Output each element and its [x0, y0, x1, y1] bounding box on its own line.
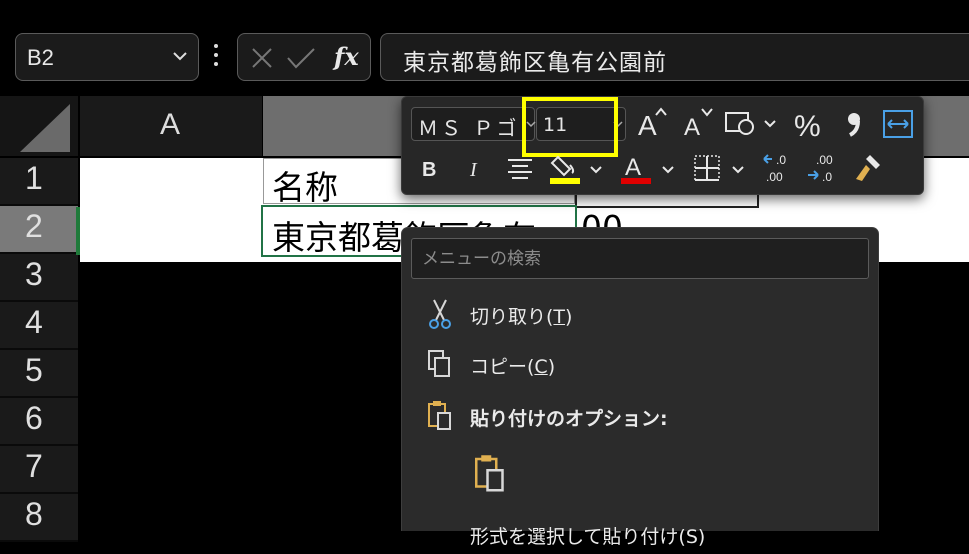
svg-text:.00: .00 [766, 170, 783, 184]
row-header-6[interactable]: 6 [0, 398, 78, 446]
select-all-corner[interactable] [0, 96, 78, 156]
function-icon[interactable]: fx [332, 42, 364, 72]
enter-icon[interactable] [286, 46, 316, 70]
svg-text:A: A [684, 114, 700, 139]
bold-icon[interactable]: B [420, 155, 442, 181]
svg-text:.00: .00 [816, 153, 833, 167]
chevron-down-icon[interactable] [590, 165, 602, 175]
formula-text: 東京都葛飾区亀有公園前 [403, 50, 667, 76]
paste-option-button[interactable] [470, 454, 510, 494]
row-header-5[interactable]: 5 [0, 350, 78, 398]
accounting-format-icon[interactable] [724, 109, 758, 139]
row-label: 3 [25, 256, 43, 292]
row-header-3[interactable]: 3 [0, 254, 78, 302]
row-label: 1 [25, 160, 43, 196]
borders-icon[interactable] [692, 153, 722, 183]
cell-b1-value: 名称 [272, 168, 338, 204]
menu-item-copy[interactable]: コピー(C) [402, 344, 880, 384]
align-center-icon[interactable] [506, 155, 534, 181]
increase-decimal-icon[interactable]: .0 .00 [760, 151, 796, 185]
svg-text:B: B [422, 159, 436, 181]
svg-text:fx: fx [332, 42, 359, 71]
comma-style-icon[interactable] [844, 109, 864, 139]
more-options-icon[interactable] [213, 44, 219, 70]
paste-icon [428, 401, 451, 430]
percent-style-icon[interactable]: % [792, 107, 826, 141]
svg-text:.0: .0 [822, 170, 832, 184]
increase-font-size-icon[interactable]: A [636, 105, 668, 139]
menu-item-label: コピー(C) [470, 356, 556, 378]
decrease-font-size-icon[interactable]: A [682, 105, 714, 139]
menu-item-paste-special[interactable]: 形式を選択して貼り付け(S) [402, 514, 880, 554]
name-box-value: B2 [27, 45, 54, 70]
paste-icon [475, 455, 504, 492]
formula-buttons: fx [237, 33, 371, 81]
menu-item-paste-options: 貼り付けのオプション: [402, 396, 880, 436]
font-name-value: ＭＳ Ｐゴ [418, 116, 520, 140]
chevron-down-icon[interactable] [662, 165, 674, 175]
menu-item-label: 貼り付けのオプション: [470, 408, 668, 430]
row-label: 7 [25, 448, 43, 484]
row-header-1[interactable]: 1 [0, 158, 78, 206]
fill-color-icon[interactable] [548, 151, 582, 185]
menu-item-cut[interactable]: 切り取り(T) [402, 294, 880, 334]
cut-icon [429, 299, 451, 329]
row-header-8[interactable]: 8 [0, 494, 78, 542]
decrease-decimal-icon[interactable]: .00 .0 [806, 151, 842, 185]
row-label: 5 [25, 352, 43, 388]
svg-text:%: % [794, 110, 821, 141]
chevron-down-icon[interactable] [764, 119, 776, 129]
column-header-label: A [160, 108, 181, 141]
italic-icon[interactable]: I [466, 155, 488, 181]
menu-search-box[interactable] [411, 238, 869, 279]
row-label: 8 [25, 496, 43, 532]
font-color-icon[interactable]: A [620, 151, 652, 185]
format-painter-icon[interactable] [852, 151, 884, 185]
svg-text:I: I [469, 159, 478, 181]
menu-search-input[interactable] [412, 239, 868, 278]
name-box[interactable]: B2 [15, 33, 199, 81]
formula-input[interactable]: 東京都葛飾区亀有公園前 [380, 33, 969, 81]
font-name-combo[interactable]: ＭＳ Ｐゴ [411, 107, 535, 141]
chevron-down-icon[interactable] [172, 50, 188, 62]
row-header-7[interactable]: 7 [0, 446, 78, 494]
cancel-icon[interactable] [250, 46, 274, 70]
copy-icon [428, 350, 450, 377]
row-selection-marker [76, 207, 80, 255]
column-header-a[interactable]: A [80, 96, 262, 156]
row-header-4[interactable]: 4 [0, 302, 78, 350]
chevron-down-icon[interactable] [732, 165, 744, 175]
highlight-box [522, 97, 618, 157]
row-label: 6 [25, 400, 43, 436]
row-label: 2 [25, 208, 43, 244]
row-header-2[interactable]: 2 [0, 206, 78, 254]
mini-toolbar: ＭＳ Ｐゴ 11 A A % B I A .0 .00 .00 .0 [401, 96, 924, 195]
svg-text:A: A [625, 154, 641, 181]
context-menu: 切り取り(T) コピー(C) 貼り付けのオプション: 形式を選択して貼り付け(S… [401, 227, 880, 548]
row-label: 4 [25, 304, 43, 340]
merge-center-icon[interactable] [882, 109, 914, 139]
menu-item-label: 切り取り(T) [470, 306, 573, 328]
menu-item-label: 形式を選択して貼り付け(S) [470, 526, 706, 548]
svg-text:A: A [638, 110, 657, 139]
svg-text:.0: .0 [776, 153, 786, 167]
